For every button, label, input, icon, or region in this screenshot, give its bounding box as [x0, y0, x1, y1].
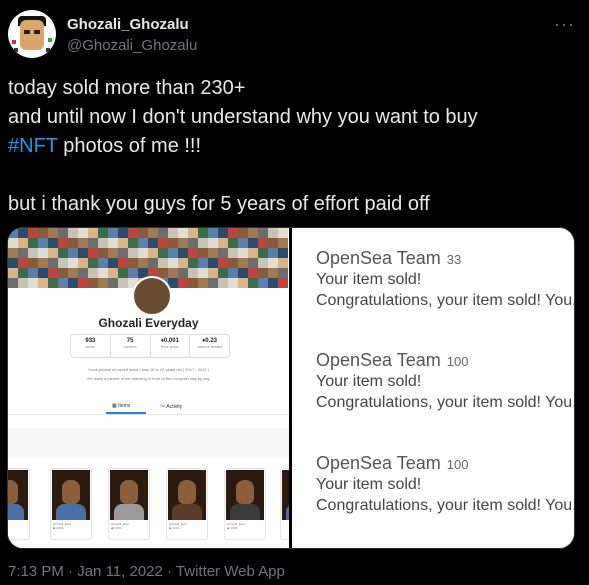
tweet-line-3: #NFT photos of me !!! — [8, 132, 583, 161]
profile-picture — [132, 276, 172, 316]
notification-count: 33 — [446, 252, 462, 267]
notification-title: Your item sold! — [316, 476, 422, 493]
notification-item: OpenSea Team 100 Your item sold! Congratu… — [316, 350, 574, 412]
media-image-opensea-notifications[interactable]: OpenSea Team 33 Your item sold! Congratul… — [292, 228, 574, 548]
tweet-timestamp: 7:13 PM · Jan 11, 2022 · Twitter Web App — [8, 563, 285, 580]
tweet-line-4: but i thank you guys for 5 years of effo… — [8, 193, 430, 215]
collection-tabs: ▦ Items 〜 Activity — [8, 400, 289, 415]
stat-items: 933 items — [71, 335, 111, 357]
item-card[interactable]: Ghozali_Ever ◆ 0.001 — [166, 468, 208, 540]
tweet-date[interactable]: Jan 11, 2022 — [77, 563, 163, 580]
author-display-name[interactable]: Ghozali_Ghozalu — [67, 16, 189, 33]
more-horizontal-icon[interactable]: ··· — [554, 14, 575, 35]
tweet-time[interactable]: 7:13 PM — [8, 563, 64, 580]
notification-item: OpenSea Team 100 Your item sold! Congratu… — [316, 453, 574, 515]
notification-sender: OpenSea Team — [316, 350, 441, 370]
tweet-line-3-rest: photos of me !!! — [57, 135, 202, 157]
tweet-line-2: and until now I don't understand why you… — [8, 106, 478, 128]
stat-volume-traded: ♦0.23 volume traded — [196, 338, 223, 349]
avatar[interactable] — [8, 10, 56, 58]
notification-body: Congratulations, your item sold! You... — [316, 292, 574, 309]
notification-body: Congratulations, your item sold! You... — [316, 497, 574, 514]
tweet-media[interactable]: Ghozali Everyday 933 items 75 owners ♦0.00… — [7, 227, 575, 549]
notification-title: Your item sold! — [316, 271, 422, 288]
media-image-opensea-profile[interactable]: Ghozali Everyday 933 items 75 owners ♦0.00… — [8, 228, 289, 548]
notification-sender: OpenSea Team — [316, 453, 441, 473]
item-card[interactable] — [8, 468, 30, 540]
author-handle[interactable]: @Ghozali_Ghozalu — [67, 37, 197, 54]
stat-floor-price: ♦0.001 floor price — [151, 335, 191, 357]
hashtag-link[interactable]: #NFT — [8, 135, 58, 157]
tab-items[interactable]: ▦ Items — [112, 403, 130, 409]
item-card[interactable]: Ghozali_Ever ◆ 0.001 — [108, 468, 150, 540]
notification-count: 100 — [446, 354, 469, 369]
tweet-text: today sold more than 230+ and until now … — [8, 74, 583, 219]
stat-owners: 75 owners — [111, 335, 151, 357]
collection-description-2: It's really a picture of me standing in … — [87, 376, 210, 381]
item-card[interactable]: Ghozali_Ever ◆ 0.001 — [224, 468, 266, 540]
notification-title: Your item sold! — [316, 373, 422, 390]
tab-activity[interactable]: 〜 Activity — [160, 403, 182, 410]
collection-stats: 933 items 75 owners ♦0.001 floor price ♦0.2… — [70, 334, 230, 358]
tweet-header: Ghozali_Ghozalu @Ghozali_Ghozalu ··· — [8, 10, 581, 60]
notification-body: Congratulations, your item sold! You... — [316, 394, 574, 411]
item-card[interactable] — [280, 468, 289, 540]
item-cards: Ghozali_Ever ◆ 0.001 Ghozali_Ever ◆ 0.001 … — [8, 466, 289, 546]
tweet-source[interactable]: Twitter Web App — [176, 563, 285, 580]
tweet-line-1: today sold more than 230+ — [8, 77, 246, 99]
notification-item: OpenSea Team 33 Your item sold! Congratul… — [316, 248, 574, 310]
notification-sender: OpenSea Team — [316, 248, 441, 268]
collection-description-1: I took photos of myself since I was 18 t… — [87, 367, 210, 372]
profile-name: Ghozali Everyday — [98, 316, 199, 330]
item-card[interactable]: Ghozali_Ever ◆ 0.001 — [50, 468, 92, 540]
notification-count: 100 — [446, 457, 469, 472]
